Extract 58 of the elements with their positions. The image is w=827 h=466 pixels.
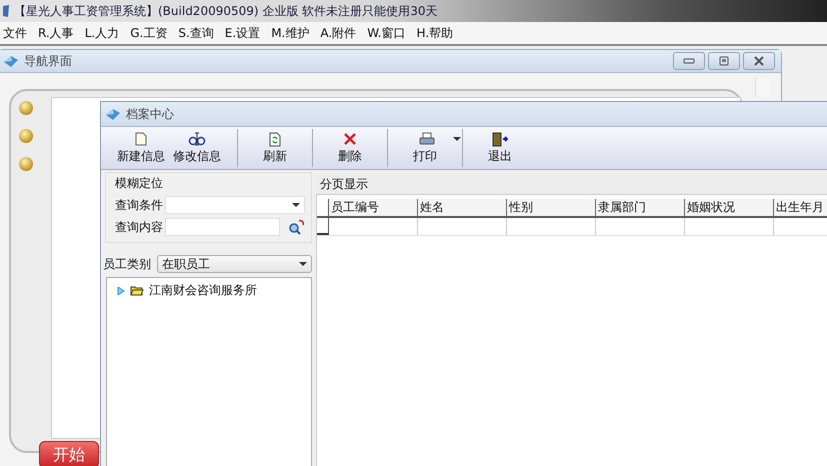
window-icon bbox=[3, 54, 19, 68]
maximize-button[interactable] bbox=[708, 52, 740, 70]
delete-icon bbox=[343, 132, 357, 146]
menu-item[interactable]: E.设置 bbox=[224, 24, 260, 42]
tree-item[interactable]: 江南财会咨询服务所 bbox=[149, 282, 257, 299]
minimize-button[interactable] bbox=[673, 52, 705, 70]
knob-icon bbox=[19, 129, 33, 143]
field-label: 员工类别 bbox=[103, 256, 151, 272]
minimize-icon bbox=[683, 58, 695, 64]
toolbar-button[interactable]: 刷新 bbox=[250, 127, 300, 169]
menu-item[interactable]: W.窗口 bbox=[367, 24, 406, 42]
column-header[interactable]: 出生年月 bbox=[774, 199, 827, 216]
printer-icon bbox=[419, 132, 435, 146]
menu-item[interactable]: 文件 bbox=[3, 24, 27, 42]
knob-icon bbox=[19, 101, 33, 115]
caret-icon bbox=[299, 262, 307, 266]
menu-item[interactable]: M.维护 bbox=[271, 24, 310, 42]
content-input-field[interactable] bbox=[165, 218, 280, 236]
column-header[interactable]: 隶属部门 bbox=[596, 199, 685, 216]
toolbar-button[interactable]: 退出 bbox=[475, 127, 525, 169]
column-header[interactable]: 婚姻状况 bbox=[685, 199, 774, 216]
expand-arrow-icon[interactable] bbox=[117, 286, 125, 294]
refresh-icon bbox=[269, 132, 281, 146]
folder-icon bbox=[130, 285, 144, 296]
caret-icon bbox=[292, 203, 300, 207]
menu-item[interactable]: R.人事 bbox=[38, 24, 74, 42]
category-dropdown[interactable]: 在职员工 bbox=[157, 255, 312, 273]
column-header[interactable]: 姓名 bbox=[418, 199, 507, 216]
column-header[interactable]: 性别 bbox=[507, 199, 596, 216]
column-header[interactable]: 员工编号 bbox=[329, 199, 418, 216]
menu-item[interactable]: L.人力 bbox=[84, 24, 120, 42]
window-title: 档案中心 bbox=[126, 106, 174, 122]
window-icon bbox=[105, 107, 121, 121]
toolbar-button[interactable]: 新建信息 bbox=[113, 127, 169, 169]
document-icon bbox=[135, 132, 147, 146]
close-icon bbox=[753, 56, 765, 66]
app-icon bbox=[2, 4, 10, 18]
exit-door-icon bbox=[492, 132, 508, 146]
field-label: 查询条件 bbox=[115, 196, 163, 214]
toolbar-button[interactable]: 删除 bbox=[325, 127, 375, 169]
window-title: 导航界面 bbox=[24, 52, 72, 70]
close-button[interactable] bbox=[743, 52, 775, 70]
section-title: 分页显示 bbox=[316, 174, 827, 195]
group-title: 模糊定位 bbox=[115, 175, 164, 192]
menu-item[interactable]: G.工资 bbox=[130, 24, 168, 42]
search-icon[interactable] bbox=[288, 219, 304, 235]
field-label: 查询内容 bbox=[115, 218, 163, 236]
knob-icon bbox=[19, 157, 33, 171]
menu-item[interactable]: A.附件 bbox=[320, 24, 356, 42]
start-button[interactable]: 开始 bbox=[39, 441, 99, 466]
toolbar-button[interactable]: 修改信息 bbox=[169, 127, 225, 169]
menu-item[interactable]: S.查询 bbox=[178, 24, 214, 42]
toolbar-button[interactable]: 打印 bbox=[400, 127, 450, 169]
menu-item[interactable]: H.帮助 bbox=[416, 24, 454, 42]
maximize-icon bbox=[718, 56, 730, 66]
caret-icon[interactable] bbox=[453, 137, 461, 141]
text-cursor-icon bbox=[188, 132, 206, 146]
window-title: 【星光人事工资管理系统】(Build20090509) 企业版 软件未注册只能使用30天 bbox=[14, 2, 438, 20]
